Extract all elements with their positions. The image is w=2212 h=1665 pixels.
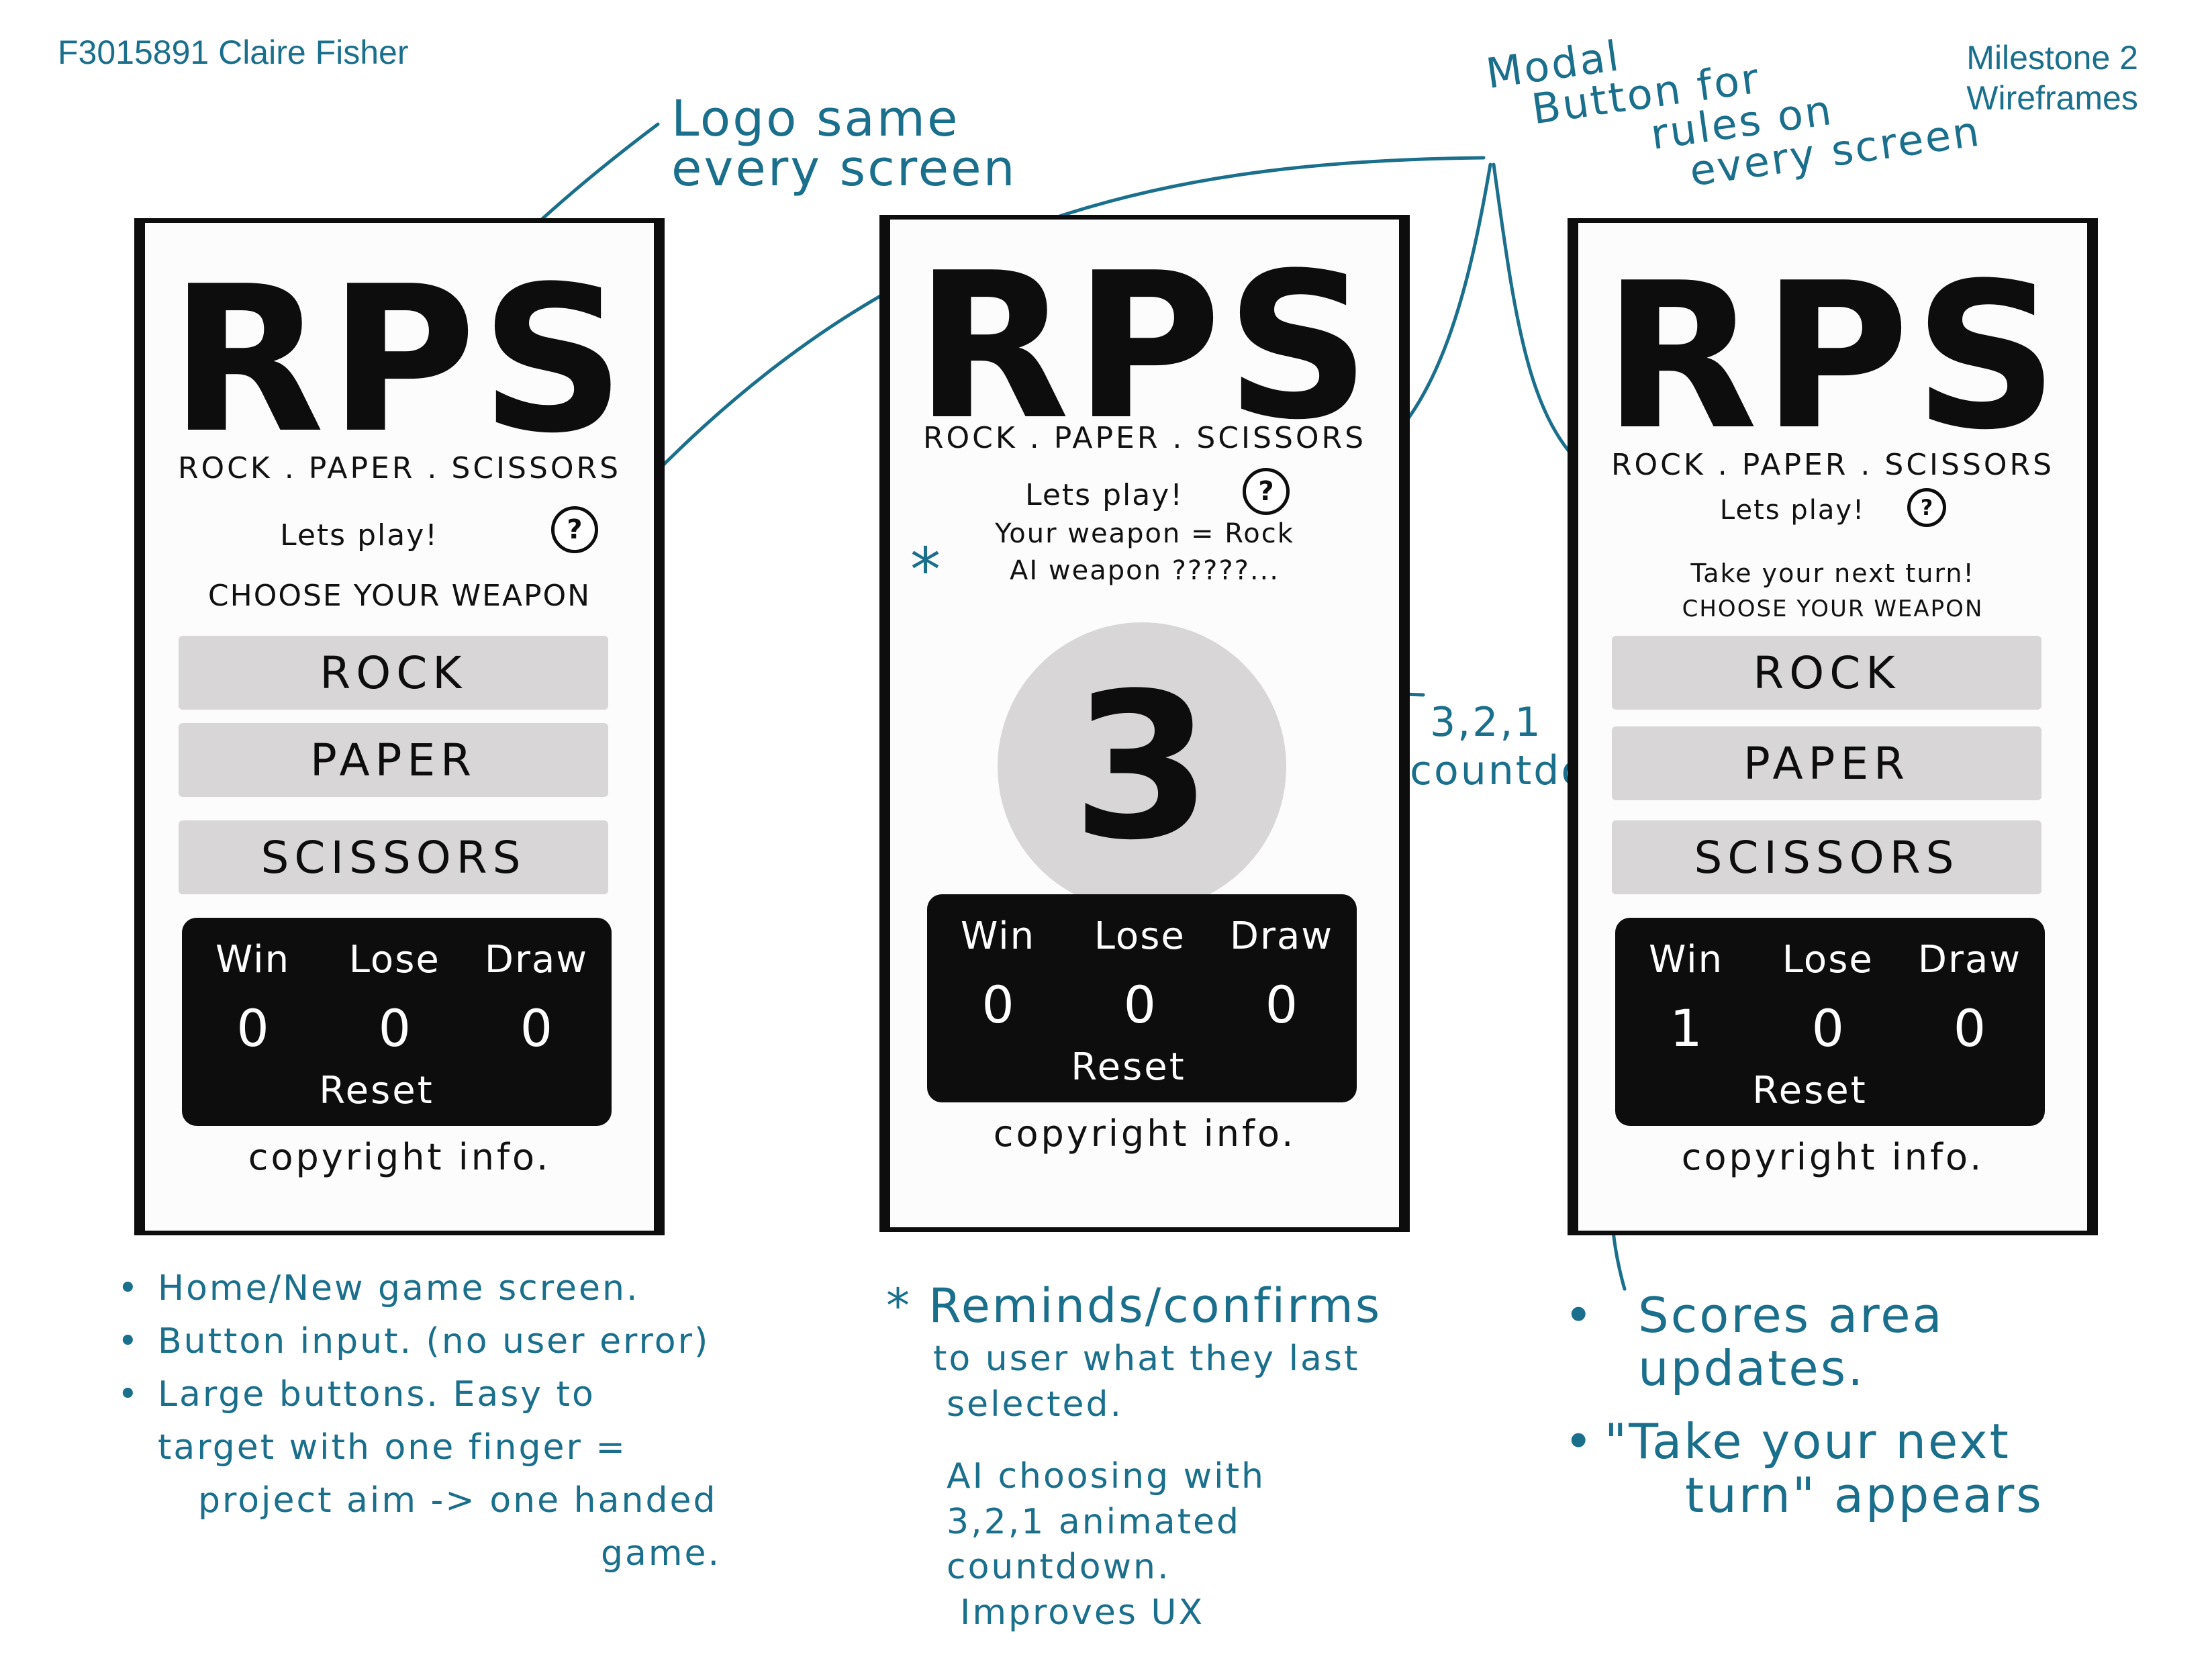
home-screen-notes: Home/New game screen. Button input. (no …	[117, 1262, 843, 1580]
note-line: Button input. (no user error)	[117, 1315, 843, 1368]
lets-play-text: Lets play!	[1719, 495, 1866, 526]
draw-label: Draw	[1229, 914, 1334, 958]
win-label: Win	[215, 938, 291, 982]
milestone-label: Milestone 2 Wireframes	[1966, 38, 2138, 118]
choose-weapon-prompt: CHOOSE YOUR WEAPON	[1682, 596, 1984, 622]
rps-logo: RPS	[914, 230, 1375, 464]
scores-panel: Win 1 Lose 0 Draw 0 Reset	[1615, 918, 2045, 1126]
note-line: 3,2,1 animated	[947, 1501, 1241, 1542]
subtitle: ROCK . PAPER . SCISSORS	[922, 421, 1367, 455]
next-turn-text: Take your next turn!	[1690, 559, 1975, 588]
note-line: * Reminds/confirms	[886, 1278, 1382, 1333]
scissors-button[interactable]: SCISSORS	[179, 820, 608, 894]
logo-note: Logo same every screen	[671, 90, 1017, 197]
rules-help-icon[interactable]: ?	[551, 506, 598, 553]
note-line: Large buttons. Easy to	[117, 1368, 843, 1421]
note-line: Improves UX	[960, 1592, 1205, 1633]
copyright-text: copyright info.	[993, 1112, 1296, 1155]
scores-panel: Win 0 Lose 0 Draw 0 Reset	[182, 918, 612, 1126]
draw-label: Draw	[1917, 938, 2022, 982]
draw-value: 0	[1953, 998, 1986, 1058]
milestone-line: Milestone 2	[1966, 39, 2138, 77]
win-value: 0	[981, 975, 1014, 1035]
copyright-text: copyright info.	[248, 1136, 551, 1178]
modal-note: Modal Button for rules on every screen	[1483, 31, 1984, 196]
next-turn-screen-wireframe: RPS ROCK . PAPER . SCISSORS Lets play! ?…	[1568, 218, 2098, 1235]
win-label: Win	[1648, 938, 1724, 982]
rock-button[interactable]: ROCK	[1612, 636, 2041, 710]
paper-button[interactable]: PAPER	[1612, 726, 2041, 800]
home-screen-wireframe: RPS ROCK . PAPER . SCISSORS Lets play! ?…	[134, 218, 665, 1235]
note-line: target with one finger =	[158, 1427, 627, 1468]
subtitle: ROCK . PAPER . SCISSORS	[1610, 448, 2055, 482]
lets-play-text: Lets play!	[280, 518, 438, 553]
win-value: 0	[236, 998, 269, 1058]
ai-weapon-text: AI weapon ?????...	[1010, 555, 1280, 586]
rock-button[interactable]: ROCK	[179, 636, 608, 710]
win-label: Win	[960, 914, 1036, 958]
countdown-screen-wireframe: RPS ROCK . PAPER . SCISSORS Lets play! ?…	[879, 215, 1410, 1232]
note-line: "Take your next	[1564, 1415, 2168, 1469]
rules-help-icon[interactable]: ?	[1243, 468, 1290, 515]
note-line: turn" appears	[1685, 1466, 2043, 1523]
win-value: 1	[1670, 998, 1702, 1058]
author-label: F3015891 Claire Fisher	[58, 34, 409, 71]
scissors-button[interactable]: SCISSORS	[1612, 820, 2041, 894]
note-line: Home/New game screen.	[117, 1262, 843, 1315]
scores-panel: Win 0 Lose 0 Draw 0 Reset	[927, 894, 1357, 1102]
lose-value: 0	[378, 998, 411, 1058]
lose-label: Lose	[1094, 914, 1186, 958]
asterisk-marker: *	[910, 535, 941, 606]
paper-button[interactable]: PAPER	[179, 723, 608, 797]
draw-value: 0	[520, 998, 553, 1058]
reset-button[interactable]: Reset	[162, 1069, 591, 1112]
draw-value: 0	[1265, 975, 1298, 1035]
note-line: AI choosing with	[947, 1456, 1265, 1497]
note-line: countdown.	[947, 1547, 1171, 1588]
your-weapon-text: Your weapon = Rock	[995, 518, 1294, 549]
note-line: project aim -> one handed	[198, 1480, 718, 1521]
wireframes-line: Wireframes	[1966, 79, 2138, 117]
note-line: to user what they last	[933, 1339, 1360, 1379]
next-turn-screen-notes: Scores area updates. "Take your next tur…	[1564, 1288, 2168, 1523]
countdown-screen-notes: * Reminds/confirms to user what they las…	[886, 1276, 1490, 1636]
choose-weapon-prompt: CHOOSE YOUR WEAPON	[207, 579, 591, 613]
reset-button[interactable]: Reset	[914, 1045, 1343, 1089]
note-line: updates.	[1638, 1340, 1866, 1397]
draw-label: Draw	[484, 938, 589, 982]
note-line: Scores area	[1564, 1288, 2168, 1342]
lose-value: 0	[1123, 975, 1156, 1035]
rps-logo: RPS	[169, 243, 630, 477]
rules-help-icon[interactable]: ?	[1907, 488, 1946, 527]
lose-label: Lose	[348, 938, 440, 982]
rps-logo: RPS	[1602, 240, 2063, 474]
lose-label: Lose	[1782, 938, 1874, 982]
note-line: game.	[601, 1533, 722, 1574]
subtitle: ROCK . PAPER . SCISSORS	[177, 451, 622, 485]
countdown-circle: 3	[998, 622, 1286, 911]
note-line: selected.	[947, 1384, 1124, 1425]
copyright-text: copyright info.	[1681, 1136, 1984, 1178]
reset-button[interactable]: Reset	[1595, 1069, 2025, 1112]
lose-value: 0	[1811, 998, 1844, 1058]
